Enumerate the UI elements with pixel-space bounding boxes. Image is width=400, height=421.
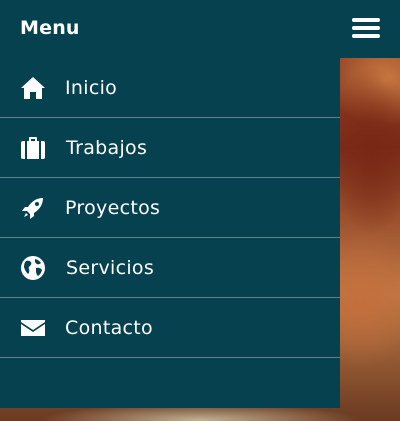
nav-item-label: Trabajos	[66, 136, 148, 159]
hamburger-line	[352, 18, 380, 22]
nav-item-contacto[interactable]: Contacto	[0, 298, 340, 358]
top-bar: Menu	[0, 0, 400, 58]
rocket-icon	[20, 195, 46, 221]
nav-list: Inicio Trabajos Proyectos Servicios Cont…	[0, 58, 340, 358]
nav-item-trabajos[interactable]: Trabajos	[0, 118, 340, 178]
nav-item-inicio[interactable]: Inicio	[0, 58, 340, 118]
nav-item-label: Inicio	[65, 76, 118, 99]
nav-drawer: Inicio Trabajos Proyectos Servicios Cont…	[0, 58, 340, 408]
nav-item-label: Contacto	[65, 316, 153, 339]
hamburger-line	[352, 26, 380, 30]
globe-icon	[20, 255, 46, 281]
nav-item-label: Proyectos	[65, 196, 161, 219]
menu-title: Menu	[20, 17, 80, 39]
screen: Menu Inicio Trabajos Proyectos Servicios…	[0, 0, 400, 421]
briefcase-icon	[20, 135, 46, 161]
hamburger-line	[352, 34, 380, 38]
envelope-icon	[20, 315, 46, 341]
home-icon	[20, 75, 46, 101]
hamburger-menu-icon[interactable]	[352, 18, 380, 40]
nav-item-proyectos[interactable]: Proyectos	[0, 178, 340, 238]
nav-item-label: Servicios	[66, 256, 155, 279]
nav-item-servicios[interactable]: Servicios	[0, 238, 340, 298]
